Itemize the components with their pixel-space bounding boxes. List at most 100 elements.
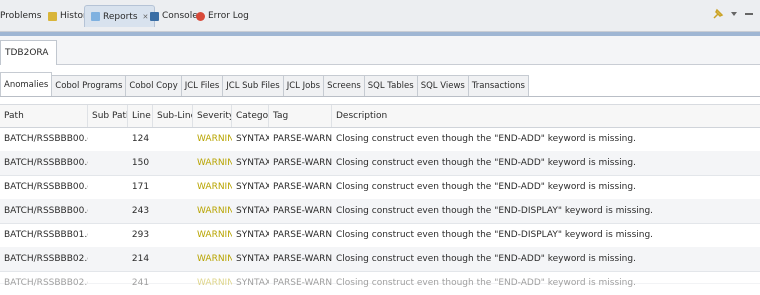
pin-icon[interactable]	[712, 8, 724, 20]
column-header-sub-path[interactable]: Sub Path	[88, 105, 128, 127]
report-tabs: Anomalies Cobol Programs Cobol Copy JCL …	[0, 72, 760, 97]
column-header-sub-line[interactable]: Sub-Line	[153, 105, 193, 127]
table-row[interactable]: BATCH/RSSBBB00.cbl 124 WARNING SYNTAX PARSE-…	[0, 127, 760, 152]
view-menu-icon[interactable]	[730, 10, 738, 18]
cell-sub-line	[153, 127, 193, 151]
table-header: Path Sub Path Line Sub-Line Severity Cat…	[0, 104, 760, 128]
reports-label: Reports	[103, 11, 138, 22]
cell-category: SYNTAX	[236, 206, 269, 216]
cell-sub-path	[88, 127, 128, 151]
cell-tag: PARSE-WARNING	[273, 230, 332, 240]
cell-tag: PARSE-WARNING	[273, 206, 332, 216]
cell-tag: PARSE-WARNING	[273, 182, 332, 192]
cell-category: SYNTAX	[236, 230, 269, 240]
cell-category: SYNTAX	[236, 182, 269, 192]
console-icon	[150, 11, 159, 21]
editor-tab[interactable]: TDB2ORA	[0, 40, 58, 65]
close-icon[interactable]: ✕	[143, 13, 149, 21]
cell-severity: WARNING	[197, 182, 232, 192]
cell-sub-path	[88, 199, 128, 223]
tab-sql-tables[interactable]: SQL Tables	[363, 75, 418, 96]
cell-path: BATCH/RSSBBB00.cbl	[4, 206, 88, 216]
table-row[interactable]: BATCH/RSSBBB00.cbl 150 WARNING SYNTAX PARSE-…	[0, 151, 760, 176]
view-controls	[712, 8, 754, 20]
cell-category: SYNTAX	[236, 254, 269, 264]
cell-tag: PARSE-WARNING	[273, 278, 332, 288]
cell-severity: WARNING	[197, 206, 232, 216]
cell-severity: WARNING	[197, 254, 232, 264]
cell-line: 150	[131, 158, 150, 168]
cell-description: Closing construct even though the "END-D…	[336, 230, 654, 240]
column-header-severity[interactable]: Severity	[193, 105, 232, 127]
cell-sub-path	[88, 271, 128, 295]
cell-path: BATCH/RSSBBB00.cbl	[4, 158, 88, 168]
cell-sub-line	[153, 151, 193, 175]
tab-sql-views[interactable]: SQL Views	[416, 75, 469, 96]
cell-sub-line	[153, 223, 193, 247]
cell-description: Closing construct even though the "END-A…	[336, 134, 636, 144]
cell-tag: PARSE-WARNING	[273, 254, 332, 264]
minimize-icon[interactable]	[744, 10, 754, 18]
cell-severity: WARNING	[197, 230, 232, 240]
tab-cobol-copy[interactable]: Cobol Copy	[125, 75, 182, 96]
cell-tag: PARSE-WARNING	[273, 134, 332, 144]
editor-tab-bar: TDB2ORA	[0, 36, 760, 65]
table-row[interactable]: BATCH/RSSBBB00.cbl 243 WARNING SYNTAX PARSE-…	[0, 199, 760, 224]
cell-path: BATCH/RSSBBB02.cbl	[4, 278, 88, 288]
cell-path: BATCH/RSSBBB00.cbl	[4, 134, 88, 144]
tab-problems[interactable]: Problems	[0, 6, 41, 26]
cell-severity: WARNING	[197, 278, 232, 288]
tab-reports[interactable]: Reports ✕	[84, 5, 156, 27]
cell-category: SYNTAX	[236, 278, 269, 288]
tab-anomalies[interactable]: Anomalies	[0, 72, 53, 96]
cell-sub-path	[88, 175, 128, 199]
cell-sub-line	[153, 271, 193, 295]
cell-line: 241	[131, 278, 150, 288]
editor-tab-label: TDB2ORA	[5, 48, 49, 58]
table-row[interactable]: BATCH/RSSBBB02.cbl 214 WARNING SYNTAX PARSE-…	[0, 247, 760, 272]
cell-description: Closing construct even though the "END-A…	[336, 254, 636, 264]
error-log-label: Error Log	[208, 11, 249, 21]
cell-path: BATCH/RSSBBB02.cbl	[4, 254, 88, 264]
table-row[interactable]: BATCH/RSSBBB01.cbl 293 WARNING SYNTAX PARSE-…	[0, 223, 760, 248]
error-log-icon	[196, 11, 205, 21]
tab-error-log[interactable]: Error Log	[196, 6, 249, 26]
cell-line: 171	[131, 182, 150, 192]
console-label: Console	[162, 11, 198, 21]
tab-cobol-programs[interactable]: Cobol Programs	[51, 75, 127, 96]
cell-description: Closing construct even though the "END-A…	[336, 182, 636, 192]
column-header-description[interactable]: Description	[332, 105, 760, 127]
column-header-tag[interactable]: Tag	[269, 105, 332, 127]
column-header-path[interactable]: Path	[0, 105, 88, 127]
cell-path: BATCH/RSSBBB01.cbl	[4, 230, 88, 240]
cell-line: 124	[131, 134, 150, 144]
tab-console[interactable]: Console	[150, 6, 198, 26]
column-header-category[interactable]: Category	[232, 105, 269, 127]
tab-transactions[interactable]: Transactions	[467, 75, 529, 96]
cell-sub-line	[153, 175, 193, 199]
cell-description: Closing construct even though the "END-A…	[336, 158, 636, 168]
cell-sub-line	[153, 247, 193, 271]
cell-description: Closing construct even though the "END-D…	[336, 206, 654, 216]
tab-screens[interactable]: Screens	[323, 75, 365, 96]
cell-sub-path	[88, 151, 128, 175]
tab-jcl-jobs[interactable]: JCL Jobs	[282, 75, 325, 96]
table-row[interactable]: BATCH/RSSBBB00.cbl 171 WARNING SYNTAX PARSE-…	[0, 175, 760, 200]
column-header-line[interactable]: Line	[128, 105, 153, 127]
reports-icon	[91, 12, 100, 21]
cell-sub-line	[153, 199, 193, 223]
problems-label: Problems	[0, 11, 42, 21]
tab-jcl-files[interactable]: JCL Files	[180, 75, 224, 96]
cell-category: SYNTAX	[236, 158, 269, 168]
view-tab-bar: Problems History Reports ✕ Console Error…	[0, 0, 760, 32]
cell-line: 243	[131, 206, 150, 216]
tab-jcl-sub-files[interactable]: JCL Sub Files	[222, 75, 284, 96]
cell-description: Closing construct even though the "END-A…	[336, 278, 636, 288]
cell-category: SYNTAX	[236, 134, 269, 144]
cell-sub-path	[88, 247, 128, 271]
cell-tag: PARSE-WARNING	[273, 158, 332, 168]
table-row[interactable]: BATCH/RSSBBB02.cbl 241 WARNING SYNTAX PARSE-…	[0, 271, 760, 288]
cell-line: 214	[131, 254, 150, 264]
cell-line: 293	[131, 230, 150, 240]
cell-severity: WARNING	[197, 134, 232, 144]
